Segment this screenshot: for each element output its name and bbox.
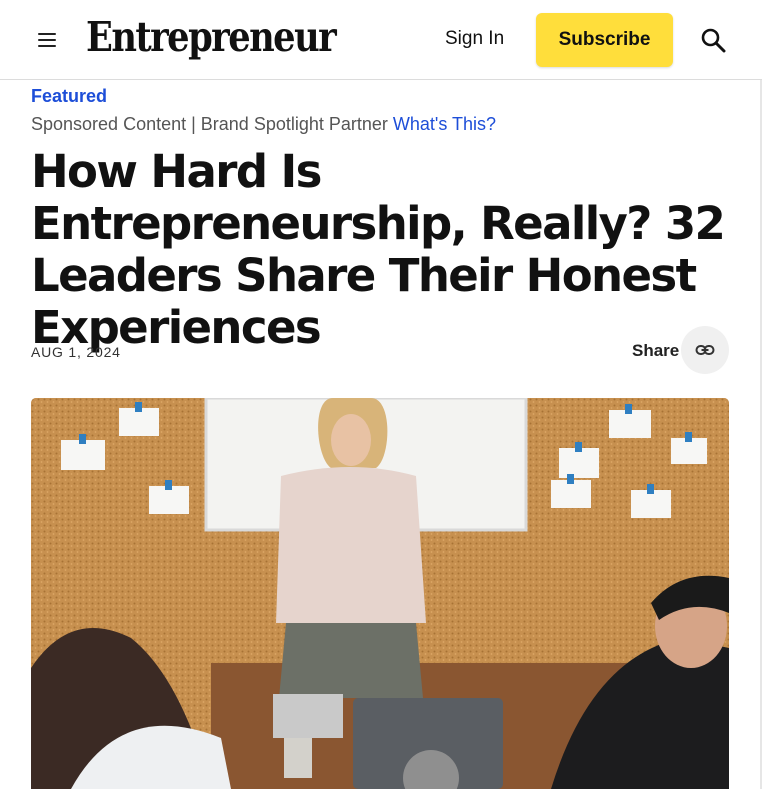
subscribe-button[interactable]: Subscribe xyxy=(536,13,673,67)
publish-date: AUG 1, 2024 xyxy=(31,344,121,360)
sponsor-text: Sponsored Content | Brand Spotlight Part… xyxy=(31,114,388,134)
featured-kicker-link[interactable]: Featured xyxy=(31,86,107,107)
sponsor-line: Sponsored Content | Brand Spotlight Part… xyxy=(31,114,496,135)
hamburger-menu-icon[interactable] xyxy=(38,32,56,48)
sign-in-link[interactable]: Sign In xyxy=(445,28,504,50)
share-label[interactable]: Share xyxy=(632,341,679,361)
meeting-illustration xyxy=(31,398,729,789)
entrepreneur-logo[interactable]: Entrepreneur xyxy=(86,12,337,62)
article-headline: How Hard Is Entrepreneurship, Really? 32… xyxy=(31,145,726,354)
whats-this-link[interactable]: What's This? xyxy=(393,114,496,134)
link-icon xyxy=(695,345,715,355)
share-link-button[interactable] xyxy=(681,326,729,374)
site-header: Entrepreneur Sign In Subscribe xyxy=(0,0,762,80)
hero-image xyxy=(31,398,729,789)
search-icon[interactable] xyxy=(700,27,726,53)
